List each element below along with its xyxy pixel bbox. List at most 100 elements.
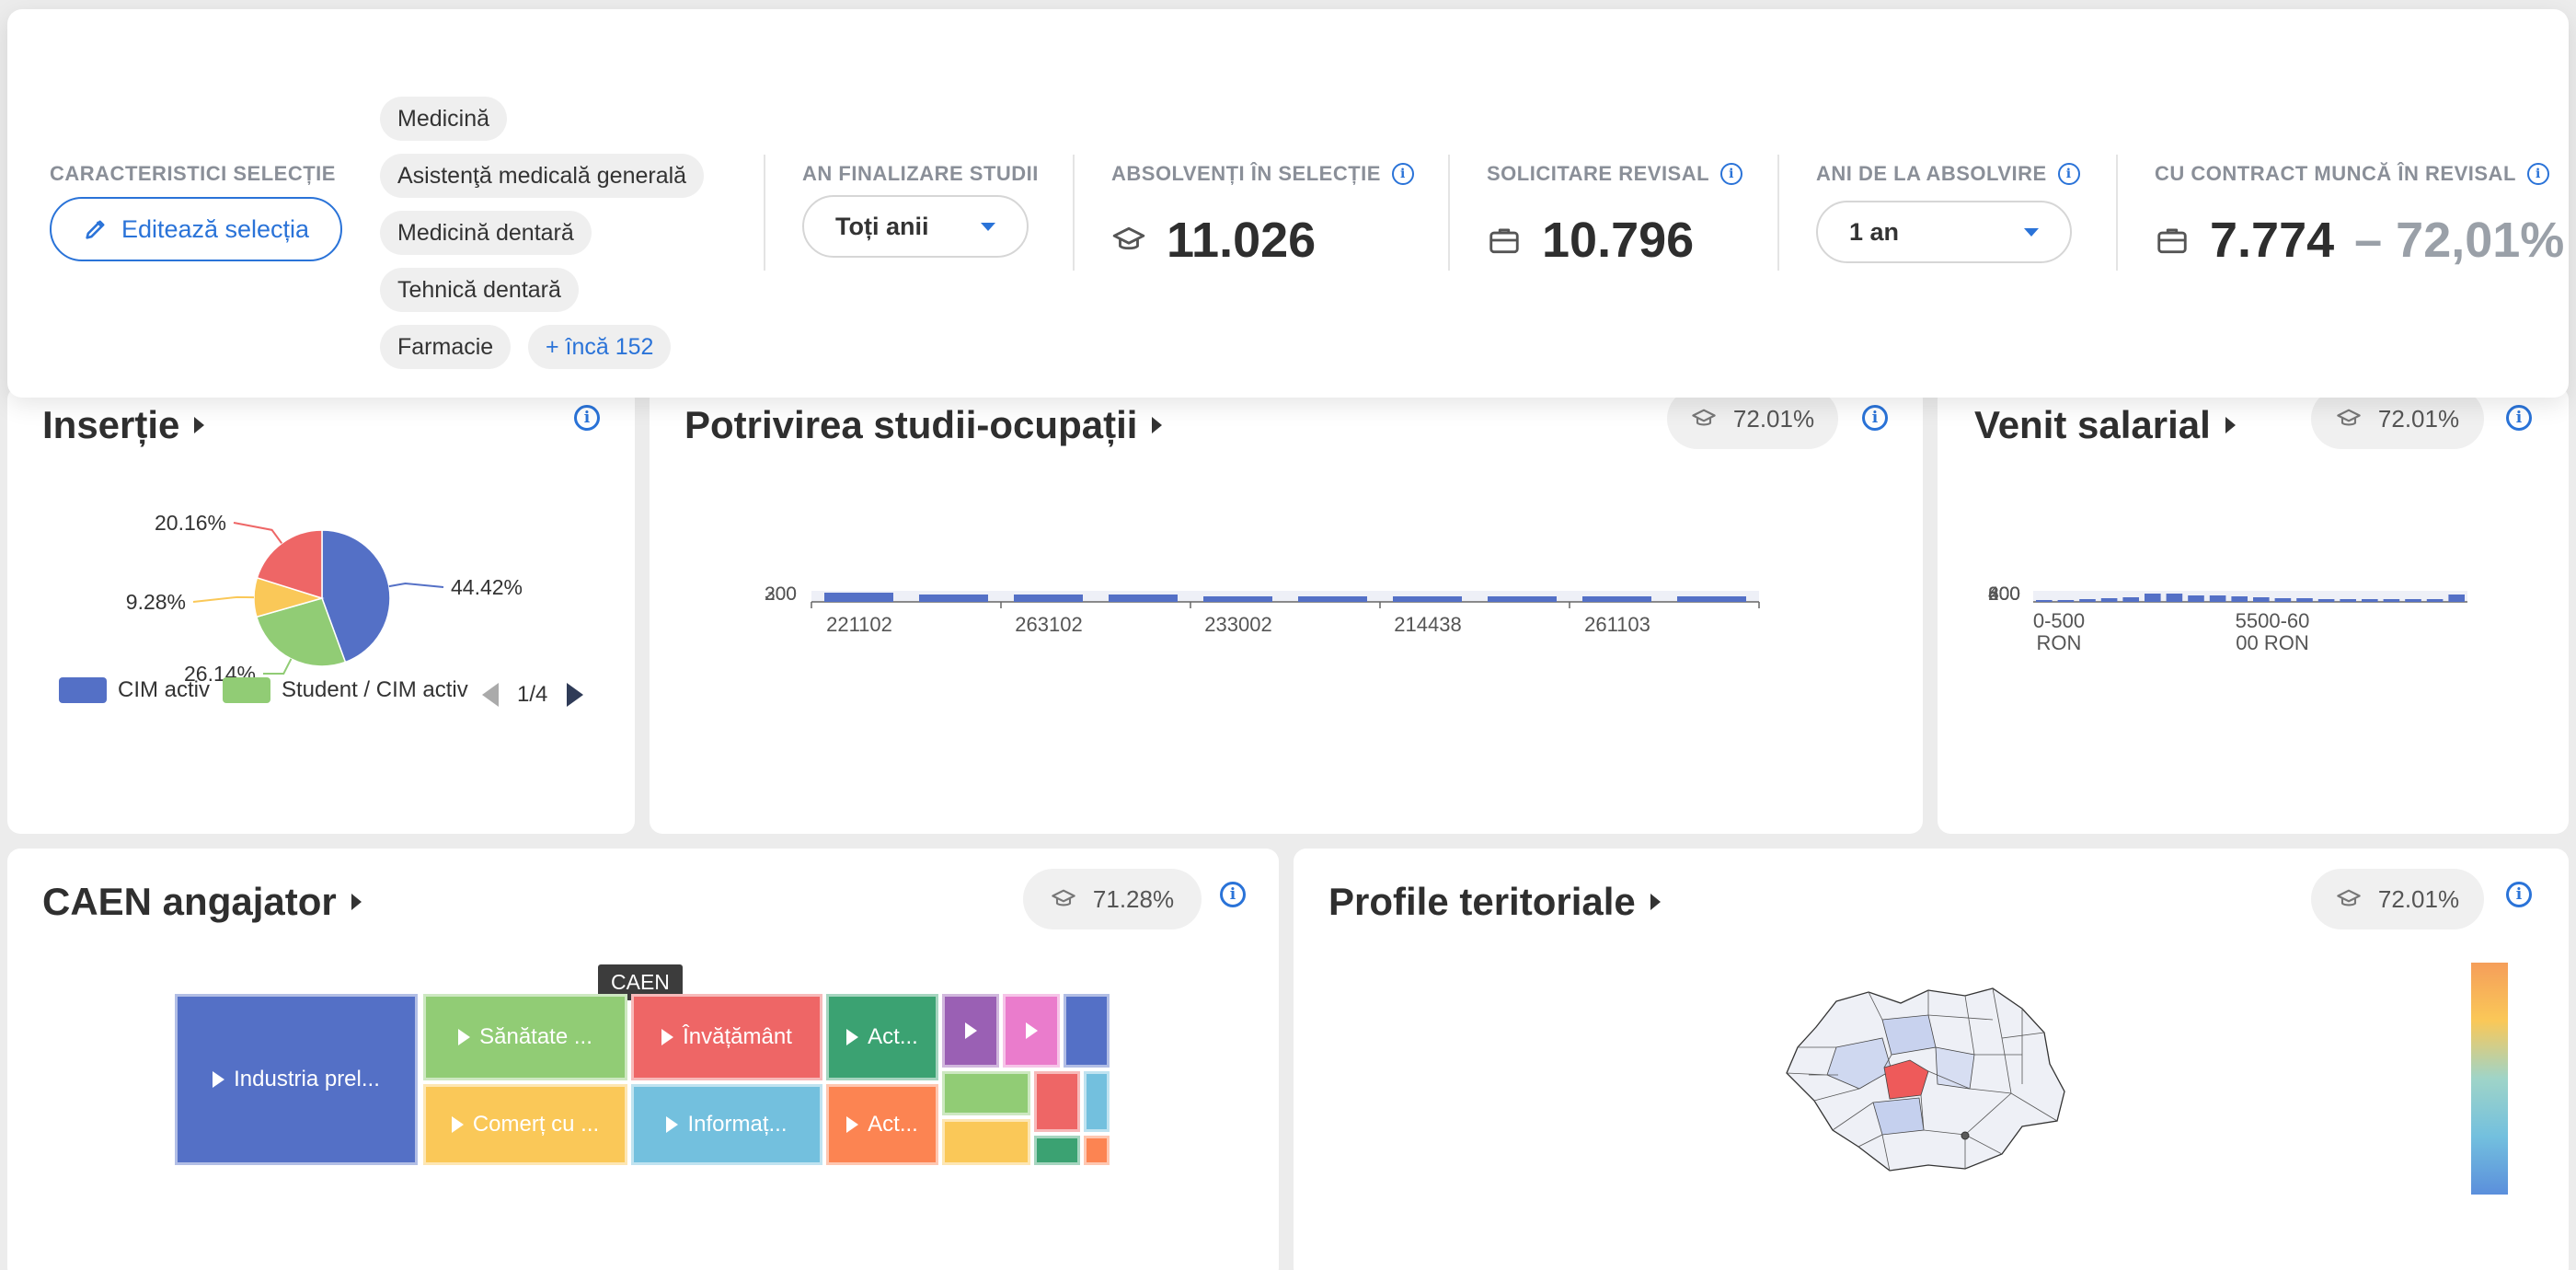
revisal-value: 10.796 [1542,213,1695,268]
treemap-tile[interactable] [942,994,999,1068]
years-since-label: ANI DE LA ABSOLVIRE i [1816,162,2080,186]
treemap-tile[interactable] [1034,1071,1080,1132]
y-tick-label: 300 [765,583,797,605]
more-chips-button[interactable]: + încă 152 [528,325,672,369]
treemap-tile[interactable] [1084,1071,1110,1132]
year-label: AN FINALIZARE STUDII [802,162,1039,185]
divider [1073,155,1075,271]
treemap-tile[interactable]: Învățământ [631,994,822,1080]
treemap-tile[interactable]: Comerț cu ... [423,1084,627,1165]
bar [2188,595,2204,602]
treemap-tile[interactable] [1003,994,1060,1068]
selection-chip: Tehnică dentară [380,268,579,312]
bar [2145,594,2161,602]
chevron-down-icon [2024,227,2039,237]
edit-selection-label: Editează selecția [121,214,310,243]
info-icon[interactable]: i [2057,163,2080,185]
bar [2253,597,2270,602]
treemap-tile[interactable] [1034,1136,1080,1165]
legend-item[interactable]: CIM activ [59,677,213,703]
info-icon[interactable]: i [2526,163,2549,185]
legend-swatch [223,677,270,703]
profile-title[interactable]: Profile teritoriale [1328,880,1661,924]
treemap-tile[interactable] [942,1119,1030,1165]
plot-band [2033,591,2467,602]
play-icon [964,1022,977,1039]
pie-data-label: 20.16% [155,511,226,535]
play-icon [666,1116,679,1133]
graduation-cap-icon [2337,889,2361,906]
selection-chip: Medicină dentară [380,211,592,255]
divider [1777,155,1779,271]
play-icon [458,1029,471,1045]
legend-item[interactable]: Student / CIM activ [223,677,471,703]
bar [2448,595,2465,602]
bar [1203,596,1272,602]
x-tick-label: 0-500 [2033,609,2085,632]
treemap-tile[interactable] [942,1071,1030,1115]
bar [2362,599,2378,602]
x-tick-label: 214438 [1394,613,1461,636]
bar [919,595,988,602]
treemap-tile[interactable]: Sănătate ... [423,994,627,1080]
bar [1488,596,1557,602]
play-icon [661,1029,674,1045]
caen-card: CAEN angajator 71.28% i CAEN Industria p… [7,849,1279,1270]
contract-label: CU CONTRACT MUNCĂ ÎN REVISAL i [2155,162,2549,186]
y-tick-label: 800 [1988,583,2020,605]
bar [2036,600,2053,602]
legend-pager: 1/4 [517,682,548,707]
bar [2405,599,2421,602]
bar [2383,599,2400,602]
revisal-kpi: 10.796 [1487,212,1694,269]
map-region [1872,1097,1925,1136]
profile-card: Profile teritoriale 72.01% i [1294,849,2569,1270]
play-icon [1025,1022,1038,1039]
insertie-card: Inserție i 44.42% 26.14% 9.28% 20.16% CIM a… [7,387,635,834]
bar [824,593,893,602]
x-tick-label: 261103 [1584,613,1650,636]
graduates-value: 11.026 [1167,213,1317,268]
treemap-tile[interactable]: Informaț... [631,1084,822,1165]
bar [2122,597,2139,602]
bar [2274,598,2292,602]
info-icon[interactable]: i [1220,882,1246,907]
color-scale-legend [2471,963,2508,1195]
treemap-tile[interactable] [1064,994,1110,1068]
bar [1014,595,1083,602]
potrivire-bar-chart: 200300221102 263102 233002 214438 261103 [765,583,1760,636]
year-select[interactable]: Toți anii [802,195,1029,258]
romania-map[interactable] [1781,983,2076,1176]
legend-next-icon[interactable] [565,681,585,709]
chevron-down-icon [981,222,995,231]
caret-right-icon [1650,894,1661,910]
selection-chip: Asistenţă medicală generală [380,154,705,198]
revisal-label: SOLICITARE REVISAL i [1487,162,1743,186]
treemap-tile[interactable]: Act... [826,994,938,1080]
selection-label: CARACTERISTICI SELECȚIE [50,162,336,185]
bar [1677,596,1746,602]
x-tick-label: 263102 [1015,613,1082,636]
briefcase-icon [1489,228,1519,254]
bar [2296,598,2313,602]
treemap-tile[interactable] [1084,1136,1110,1165]
treemap-tile[interactable]: Act... [826,1084,938,1165]
divider [2116,155,2118,271]
info-icon[interactable]: i [1391,163,1414,185]
legend-prev-icon[interactable] [480,681,500,709]
edit-selection-button[interactable]: Editează selecția [50,197,342,261]
play-icon [846,1116,859,1133]
selection-header: CARACTERISTICI SELECȚIE Editează selecți… [7,9,2569,398]
treemap-tile[interactable]: Industria prel... [175,994,418,1165]
years-since-select[interactable]: 1 an [1816,201,2072,263]
venit-bar-chart: 2004006008000-500RON5500-6000 RON [1988,583,2467,654]
bar [1393,596,1462,602]
info-icon[interactable]: i [2506,882,2532,907]
caen-title[interactable]: CAEN angajator [42,880,362,924]
legend-label: CIM activ [118,677,211,702]
info-icon[interactable]: i [1720,163,1743,185]
divider [764,155,765,271]
play-icon [451,1116,464,1133]
years-since-value: 1 an [1849,217,1900,246]
contract-value: 7.774 [2210,213,2335,268]
